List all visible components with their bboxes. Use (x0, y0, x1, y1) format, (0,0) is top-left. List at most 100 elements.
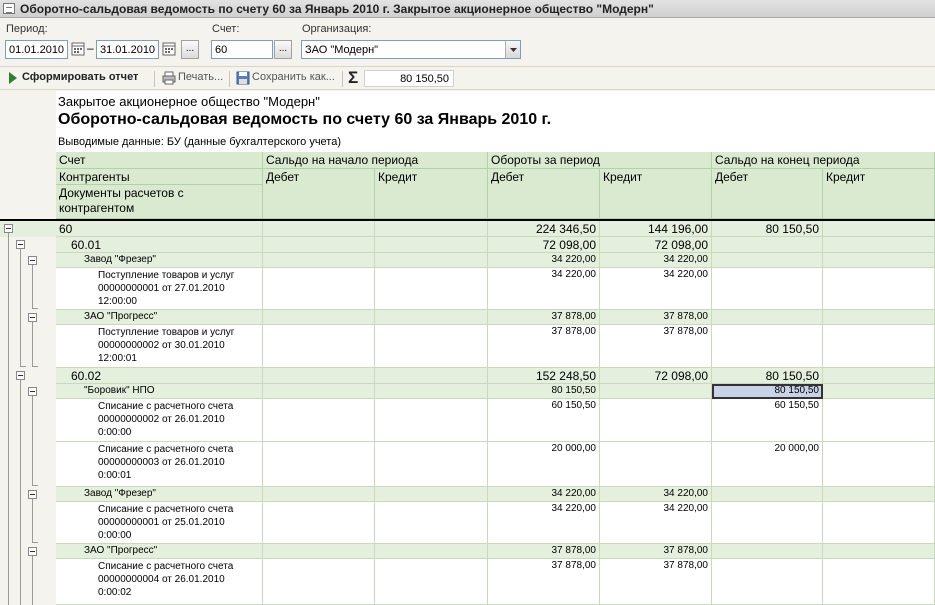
print-button[interactable]: Печать... (178, 71, 223, 83)
turnover-credit-cell[interactable]: 34 220,00 (600, 268, 712, 310)
collapse-icon[interactable] (28, 547, 37, 556)
table-row[interactable]: Списание с расчетного счета 00000000001 … (0, 502, 935, 544)
opening-credit-cell[interactable] (375, 221, 488, 237)
opening-credit-cell[interactable] (375, 487, 488, 502)
turnover-credit-cell[interactable]: 37 878,00 (600, 559, 712, 605)
opening-debit-cell[interactable] (263, 559, 375, 605)
closing-credit-cell[interactable] (823, 368, 935, 384)
opening-credit-cell[interactable] (375, 253, 488, 268)
opening-credit-cell[interactable] (375, 544, 488, 559)
turnover-credit-cell[interactable] (600, 399, 712, 442)
table-row[interactable]: Списание с расчетного счета 00000000003 … (0, 442, 935, 487)
table-row[interactable]: Списание с расчетного счета 00000000004 … (0, 559, 935, 605)
turnover-debit-cell[interactable]: 152 248,50 (488, 368, 600, 384)
turnover-credit-cell[interactable]: 72 098,00 (600, 368, 712, 384)
table-row[interactable]: Поступление товаров и услуг 00000000001 … (0, 268, 935, 310)
turnover-debit-cell[interactable]: 37 878,00 (488, 325, 600, 368)
opening-debit-cell[interactable] (263, 268, 375, 310)
opening-credit-cell[interactable] (375, 237, 488, 253)
play-icon[interactable] (9, 72, 17, 87)
date-to-field[interactable]: 31.01.2010 (96, 40, 159, 59)
closing-debit-cell[interactable]: 20 000,00 (712, 442, 823, 487)
table-row[interactable]: 60.01 72 098,00 72 098,00 (0, 237, 935, 253)
table-row[interactable]: 60.02 152 248,50 72 098,00 80 150,50 (0, 368, 935, 384)
opening-credit-cell[interactable] (375, 325, 488, 368)
closing-credit-cell[interactable] (823, 310, 935, 325)
closing-debit-cell[interactable]: 80 150,50 (712, 221, 823, 237)
opening-debit-cell[interactable] (263, 368, 375, 384)
account-select-button[interactable]: ... (274, 40, 292, 59)
turnover-credit-cell[interactable] (600, 384, 712, 399)
table-row[interactable]: 60 224 346,50 144 196,00 80 150,50 (0, 221, 935, 237)
closing-credit-cell[interactable] (823, 384, 935, 399)
turnover-debit-cell[interactable]: 34 220,00 (488, 268, 600, 310)
closing-credit-cell[interactable] (823, 253, 935, 268)
collapse-icon[interactable] (16, 240, 25, 249)
table-row[interactable]: Завод "Фрезер" 34 220,00 34 220,00 (0, 487, 935, 502)
opening-debit-cell[interactable] (263, 487, 375, 502)
turnover-debit-cell[interactable]: 34 220,00 (488, 253, 600, 268)
closing-debit-cell[interactable] (712, 268, 823, 310)
turnover-credit-cell[interactable]: 144 196,00 (600, 221, 712, 237)
table-row[interactable]: Поступление товаров и услуг 00000000002 … (0, 325, 935, 368)
closing-credit-cell[interactable] (823, 221, 935, 237)
opening-debit-cell[interactable] (263, 502, 375, 544)
opening-debit-cell[interactable] (263, 399, 375, 442)
closing-credit-cell[interactable] (823, 544, 935, 559)
collapse-icon[interactable] (28, 313, 37, 322)
closing-credit-cell[interactable] (823, 487, 935, 502)
collapse-icon[interactable] (28, 490, 37, 499)
turnover-credit-cell[interactable] (600, 442, 712, 487)
closing-debit-cell[interactable]: 60 150,50 (712, 399, 823, 442)
table-row[interactable]: ЗАО "Прогресс" 37 878,00 37 878,00 (0, 310, 935, 325)
closing-debit-cell-selected[interactable]: 80 150,50 (712, 384, 823, 399)
turnover-debit-cell[interactable]: 37 878,00 (488, 544, 600, 559)
opening-debit-cell[interactable] (263, 325, 375, 368)
organization-select[interactable]: ЗАО "Модерн" (301, 40, 521, 59)
turnover-debit-cell[interactable]: 34 220,00 (488, 502, 600, 544)
closing-debit-cell[interactable] (712, 487, 823, 502)
calendar-icon[interactable] (71, 42, 85, 56)
closing-debit-cell[interactable] (712, 544, 823, 559)
turnover-credit-cell[interactable]: 37 878,00 (600, 310, 712, 325)
closing-credit-cell[interactable] (823, 502, 935, 544)
opening-debit-cell[interactable] (263, 237, 375, 253)
opening-credit-cell[interactable] (375, 442, 488, 487)
opening-debit-cell[interactable] (263, 442, 375, 487)
turnover-credit-cell[interactable]: 34 220,00 (600, 487, 712, 502)
turnover-credit-cell[interactable]: 37 878,00 (600, 544, 712, 559)
closing-credit-cell[interactable] (823, 559, 935, 605)
turnover-debit-cell[interactable]: 37 878,00 (488, 559, 600, 605)
turnover-credit-cell[interactable]: 34 220,00 (600, 253, 712, 268)
opening-credit-cell[interactable] (375, 368, 488, 384)
closing-debit-cell[interactable] (712, 559, 823, 605)
chevron-down-icon[interactable] (505, 41, 520, 58)
closing-credit-cell[interactable] (823, 237, 935, 253)
calendar-icon[interactable] (162, 42, 176, 56)
opening-debit-cell[interactable] (263, 544, 375, 559)
table-row[interactable]: ЗАО "Прогресс" 37 878,00 37 878,00 (0, 544, 935, 559)
period-select-button[interactable]: ... (181, 40, 199, 59)
generate-report-button[interactable]: Сформировать отчет (22, 71, 138, 83)
opening-debit-cell[interactable] (263, 310, 375, 325)
opening-credit-cell[interactable] (375, 310, 488, 325)
closing-debit-cell[interactable]: 80 150,50 (712, 368, 823, 384)
closing-debit-cell[interactable] (712, 237, 823, 253)
printer-icon[interactable] (162, 71, 176, 88)
collapse-icon[interactable] (4, 224, 13, 233)
opening-debit-cell[interactable] (263, 384, 375, 399)
closing-credit-cell[interactable] (823, 325, 935, 368)
date-from-field[interactable]: 01.01.2010 (5, 40, 68, 59)
closing-credit-cell[interactable] (823, 399, 935, 442)
closing-credit-cell[interactable] (823, 268, 935, 310)
turnover-debit-cell[interactable]: 34 220,00 (488, 487, 600, 502)
collapse-icon[interactable] (28, 256, 37, 265)
table-row[interactable]: Списание с расчетного счета 00000000002 … (0, 399, 935, 442)
closing-credit-cell[interactable] (823, 442, 935, 487)
save-as-button[interactable]: Сохранить как... (252, 71, 335, 83)
opening-credit-cell[interactable] (375, 384, 488, 399)
opening-credit-cell[interactable] (375, 502, 488, 544)
turnover-debit-cell[interactable]: 60 150,50 (488, 399, 600, 442)
collapse-icon[interactable] (16, 371, 25, 380)
account-field[interactable]: 60 (211, 40, 273, 59)
